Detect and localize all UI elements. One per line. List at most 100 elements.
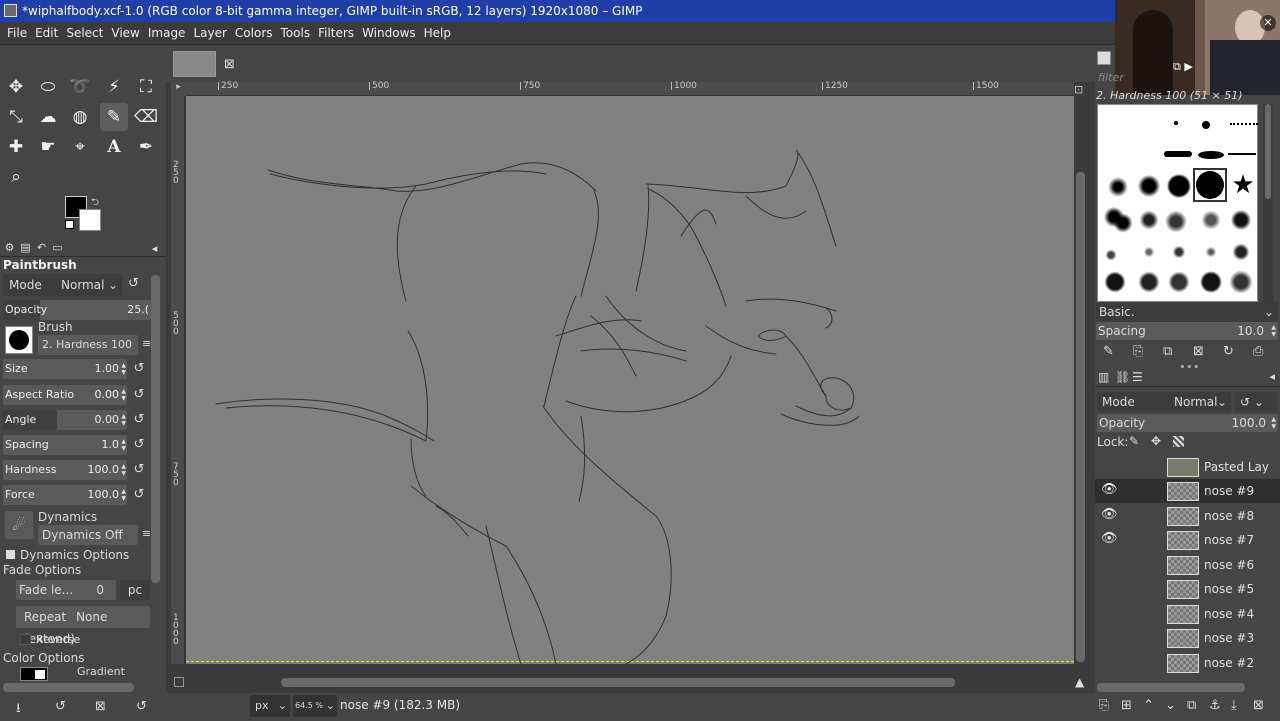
navigate-icon[interactable]: ⊡ <box>1074 83 1083 96</box>
brush-item[interactable] <box>1134 267 1164 297</box>
layer-row[interactable]: Pasted Lay <box>1095 455 1280 479</box>
layer-name[interactable]: Pasted Lay <box>1204 455 1269 479</box>
eye-icon[interactable]: 👁 <box>1101 482 1118 498</box>
zoom-image-icon[interactable] <box>174 677 184 687</box>
webcam-overlay[interactable]: ⧉ ▶ ✕ <box>1115 0 1280 95</box>
menu-edit[interactable]: Edit <box>31 22 62 45</box>
brush-item[interactable] <box>1102 205 1132 235</box>
brush-item[interactable] <box>1226 237 1256 267</box>
visibility-off-icon[interactable] <box>1101 654 1117 670</box>
free-select-tool-icon[interactable]: ➰ <box>66 73 94 101</box>
spacing-spinner[interactable]: Spacing 1.0 ▲ ▼ ↺ <box>3 435 151 455</box>
panel-config-icon[interactable]: ◂ <box>148 243 161 255</box>
brush-item[interactable] <box>1196 205 1226 235</box>
layer-name[interactable]: nose #6 <box>1204 553 1254 577</box>
brush-item[interactable] <box>1226 143 1256 173</box>
repeat-select[interactable]: Repeat None (extend) <box>16 606 150 646</box>
brush-item[interactable] <box>1164 205 1194 235</box>
unit-select[interactable]: px ⌄ <box>250 695 290 717</box>
force-spinner[interactable]: Force 100.0 ▲ ▼ ↺ <box>3 485 151 505</box>
anchor-layer-icon[interactable]: ⚓ <box>1209 698 1221 713</box>
spin-arrows-icon[interactable]: ▲ ▼ <box>121 488 126 502</box>
spin-arrows-icon[interactable]: ▲ ▼ <box>121 438 126 452</box>
zoom-select[interactable]: 64.5 % ⌄ <box>293 695 337 717</box>
menu-select[interactable]: Select <box>62 22 107 45</box>
layer-name[interactable]: nose #2 <box>1204 651 1254 675</box>
brush-item[interactable] <box>1196 267 1226 297</box>
hardness-reset-icon[interactable]: ↺ <box>131 461 147 479</box>
swap-colors-icon[interactable]: ⮌ <box>91 195 99 212</box>
paintbrush-tool-icon[interactable]: ✎ <box>100 103 128 131</box>
reset-colors-icon[interactable] <box>65 220 74 229</box>
layers-hscrollbar[interactable] <box>1097 683 1245 692</box>
eye-icon[interactable]: 👁 <box>1101 507 1118 523</box>
visibility-off-icon[interactable] <box>1101 629 1117 645</box>
spin-arrows-icon[interactable]: ▲ ▼ <box>121 463 126 477</box>
eye-icon[interactable]: 👁 <box>1101 531 1118 547</box>
horizontal-ruler[interactable]: 250 500 750 1000 1250 1500 <box>186 82 1074 96</box>
layer-name[interactable]: nose #5 <box>1204 577 1254 601</box>
spacing-reset-icon[interactable]: ↺ <box>131 436 147 454</box>
hardness-spinner[interactable]: Hardness 100.0 ▲ ▼ ↺ <box>3 460 151 480</box>
delete-layer-icon[interactable]: ⊠ <box>1253 698 1264 713</box>
dynamics-field[interactable]: Dynamics Off <box>38 525 138 545</box>
spin-arrows-icon[interactable]: ▲ ▼ <box>121 413 126 427</box>
dynamics-menu-icon[interactable]: ≡ <box>142 527 151 540</box>
brush-spacing-slider[interactable]: Spacing 10.0 ▲ ▼ <box>1096 322 1278 340</box>
close-tab-icon[interactable]: ⊠ <box>224 57 235 72</box>
brush-item[interactable] <box>1134 205 1164 235</box>
new-layer-icon[interactable]: ⊞ <box>1121 698 1132 713</box>
fuzzy-select-tool-icon[interactable]: ⚡ <box>100 73 128 101</box>
restore-tool-preset-icon[interactable]: ↺ <box>55 699 66 714</box>
merge-layer-icon[interactable]: ⤓ <box>1231 698 1237 713</box>
tool-options-tab-icon[interactable]: ⚙ <box>3 242 16 254</box>
layer-name[interactable]: nose #7 <box>1204 528 1254 552</box>
images-tab-icon[interactable]: ▭ <box>51 242 64 254</box>
layer-name[interactable]: nose #9 <box>1204 479 1254 503</box>
lock-alpha-icon[interactable] <box>1173 436 1184 447</box>
unified-transform-tool-icon[interactable]: ⤡ <box>2 103 30 131</box>
vertical-scrollbar[interactable] <box>1074 96 1087 664</box>
horizontal-scrollbar[interactable] <box>186 676 1074 689</box>
lower-layer-icon[interactable]: ⌄ <box>1165 698 1176 713</box>
aspect-ratio-reset-icon[interactable]: ↺ <box>131 386 147 404</box>
undo-history-tab-icon[interactable]: ↶ <box>35 242 48 254</box>
brush-item[interactable] <box>1102 171 1132 201</box>
dynamics-preview[interactable]: ☄ <box>5 511 33 539</box>
text-tool-icon[interactable]: A <box>100 133 128 161</box>
smudge-tool-icon[interactable]: ☛ <box>34 133 62 161</box>
canvas-drawing[interactable] <box>186 96 1074 664</box>
quick-mask-icon[interactable]: ▸ <box>171 82 186 96</box>
layer-name[interactable]: nose #3 <box>1204 626 1254 650</box>
menu-file[interactable]: File <box>0 22 31 45</box>
spin-arrows-icon[interactable]: ▲ ▼ <box>121 388 126 402</box>
brush-item[interactable] <box>1102 237 1132 267</box>
brush-item[interactable] <box>1164 237 1194 267</box>
fg-bg-color-selector[interactable]: ⮌ <box>62 195 106 233</box>
raise-layer-icon[interactable]: ⌃ <box>1143 698 1154 713</box>
layer-row[interactable]: nose #6 <box>1095 553 1280 577</box>
open-brush-as-image-icon[interactable]: ⎙ <box>1253 344 1263 359</box>
layer-name[interactable]: nose #8 <box>1204 504 1254 528</box>
layer-mode-select[interactable]: Mode Normal ⌄ <box>1097 392 1231 412</box>
close-icon[interactable]: ✕ <box>1260 15 1276 31</box>
layer-row[interactable]: nose #5 <box>1095 577 1280 601</box>
layer-row[interactable]: 👁 nose #8 <box>1095 504 1280 528</box>
crop-tool-icon[interactable]: ⛶ <box>132 73 160 101</box>
brush-item[interactable] <box>1164 267 1194 297</box>
delete-tool-preset-icon[interactable]: ⊠ <box>95 699 106 714</box>
brush-preset-select[interactable]: Basic. ⌄ <box>1096 302 1278 322</box>
channels-tab-icon[interactable]: ⛓ <box>1115 370 1130 384</box>
save-tool-preset-icon[interactable]: ⭳ <box>16 699 21 721</box>
spin-arrows-icon[interactable]: ▲ ▼ <box>121 362 126 376</box>
dynamics-options-expander[interactable]: Dynamics Options <box>20 548 129 562</box>
reverse-checkbox[interactable] <box>20 634 31 645</box>
reset-tool-options-icon[interactable]: ↺ <box>136 699 147 714</box>
layer-composite-select[interactable]: ↺ ⌄ <box>1235 392 1277 412</box>
move-tool-icon[interactable]: ✥ <box>2 73 30 101</box>
aspect-ratio-spinner[interactable]: Aspect Ratio 0.00 ▲ ▼ ↺ <box>3 385 151 405</box>
size-spinner[interactable]: Size 1.00 ▲ ▼ ↺ <box>3 359 151 379</box>
tool-options-hscrollbar[interactable] <box>3 683 134 692</box>
brush-tab-icon[interactable] <box>1097 51 1111 65</box>
visibility-off-icon[interactable] <box>1101 580 1117 596</box>
